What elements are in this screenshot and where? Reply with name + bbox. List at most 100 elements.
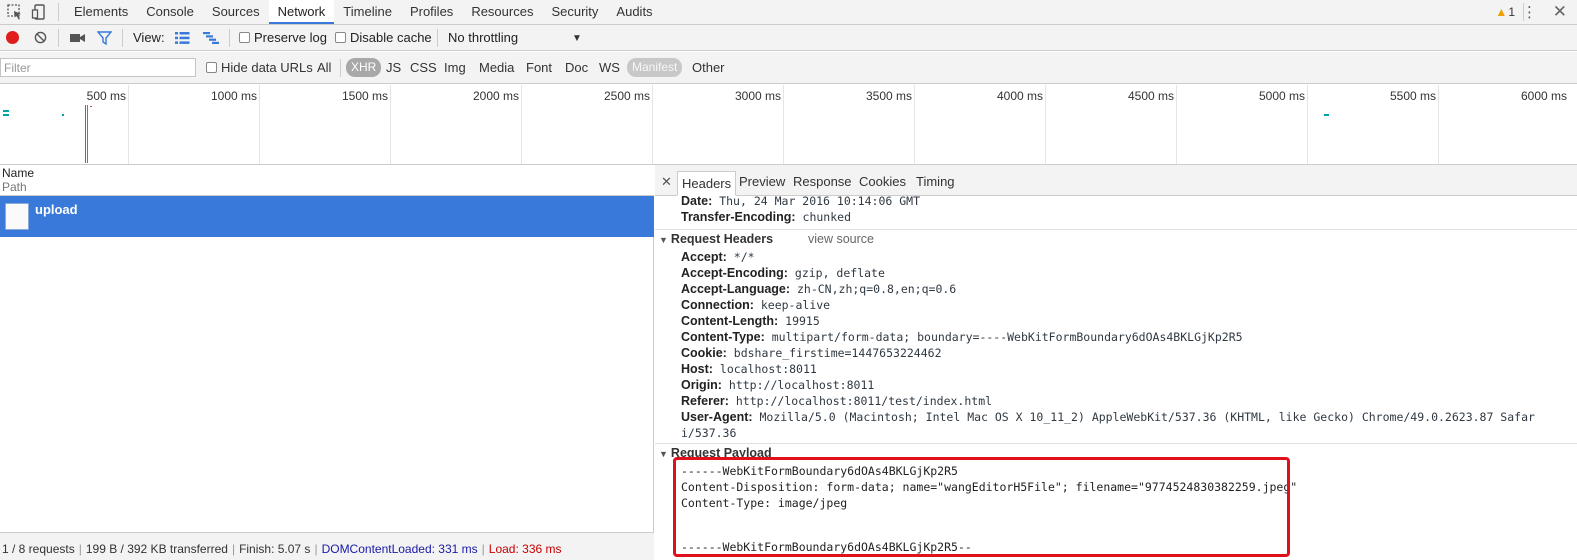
timeline-gridline: [1438, 85, 1439, 164]
triangle-down-icon: ▼: [659, 235, 668, 245]
timeline-tick-label: 2000 ms: [472, 89, 519, 103]
tab-network[interactable]: Network: [268, 0, 335, 24]
table-row[interactable]: upload: [0, 196, 654, 237]
filter-type-all[interactable]: All: [317, 60, 331, 75]
toolbar-divider: [122, 29, 123, 47]
load-event-marker: [87, 105, 88, 163]
tab-preview[interactable]: Preview: [739, 174, 785, 189]
close-details-icon[interactable]: ✕: [661, 174, 672, 190]
tab-elements[interactable]: Elements: [65, 0, 137, 24]
header-key: Origin:: [681, 378, 722, 392]
timeline-tick-label: 3500 ms: [865, 89, 912, 103]
filter-type-css[interactable]: CSS: [410, 60, 437, 75]
preserve-log-checkbox[interactable]: Preserve log: [239, 30, 327, 45]
inspect-element-icon[interactable]: [6, 3, 24, 21]
filter-type-js[interactable]: JS: [386, 60, 401, 75]
tab-timeline[interactable]: Timeline: [334, 0, 401, 24]
tab-sources[interactable]: Sources: [203, 0, 269, 24]
request-header-line: Connection: keep-alive: [681, 298, 830, 312]
document-icon: [5, 203, 29, 230]
filter-type-ws[interactable]: WS: [599, 60, 620, 75]
name-column-header[interactable]: Name Path: [0, 165, 654, 196]
timeline-tick-label: 500 ms: [86, 89, 126, 103]
header-value: http://localhost:8011: [728, 378, 875, 392]
disable-cache-checkbox[interactable]: Disable cache: [335, 30, 432, 45]
device-mode-icon[interactable]: [31, 3, 49, 21]
header-key: User-Agent:: [681, 410, 753, 424]
header-key: Cookie:: [681, 346, 727, 360]
tab-resources[interactable]: Resources: [462, 0, 542, 24]
timeline-tick-label: 1000 ms: [210, 89, 257, 103]
network-summary-bar: 1 / 8 requests | 199 B / 392 KB transferre…: [0, 532, 654, 560]
timeline-tick-label: 5000 ms: [1258, 89, 1305, 103]
view-source-link[interactable]: view source: [808, 232, 874, 246]
request-headers-title: Request Headers: [670, 232, 774, 246]
toolbar-divider: [58, 3, 59, 21]
filter-type-xhr[interactable]: XHR: [346, 58, 382, 77]
checkbox-icon: [239, 32, 250, 43]
record-icon[interactable]: [6, 31, 19, 44]
request-header-line: Accept-Encoding: gzip, deflate: [681, 266, 885, 280]
large-request-rows-icon[interactable]: [175, 32, 190, 44]
tab-cookies[interactable]: Cookies: [859, 174, 906, 189]
request-details: ✕ Headers Preview Response Cookies Timin…: [655, 165, 1577, 560]
timeline-tick-label: 6000 ms: [1520, 89, 1567, 103]
filter-icon[interactable]: [97, 31, 112, 45]
request-header-line: Content-Type: multipart/form-data; bound…: [681, 330, 1243, 344]
request-bar: [3, 114, 9, 116]
request-header-line: Accept-Language: zh-CN,zh;q=0.8,en;q=0.6: [681, 282, 956, 296]
disable-cache-label: Disable cache: [350, 30, 432, 45]
header-value: */*: [733, 250, 755, 264]
header-key: Date:: [681, 194, 713, 208]
close-devtools-icon[interactable]: ✕: [1553, 2, 1567, 22]
filter-type-manifest[interactable]: Manifest: [627, 58, 683, 77]
filter-type-font[interactable]: Font: [526, 60, 552, 75]
toolbar-divider: [437, 29, 438, 47]
timeline-overview[interactable]: 500 ms 1000 ms 1500 ms 2000 ms 2500 ms 3…: [0, 85, 1577, 165]
tab-console[interactable]: Console: [137, 0, 203, 24]
filter-type-other[interactable]: Other: [692, 60, 725, 75]
name-header-label: Name: [2, 166, 35, 180]
clear-icon[interactable]: [34, 31, 47, 44]
filter-type-doc[interactable]: Doc: [565, 60, 588, 75]
timeline-gridline: [1045, 85, 1046, 164]
timeline-tick-label: 1500 ms: [341, 89, 388, 103]
timeline-gridline: [521, 85, 522, 164]
header-value: zh-CN,zh;q=0.8,en;q=0.6: [796, 282, 957, 296]
header-value: chunked: [802, 210, 851, 224]
request-count: 1 / 8 requests: [2, 542, 75, 556]
response-header-line: Date: Thu, 24 Mar 2016 10:14:06 GMT: [681, 194, 920, 208]
tab-headers[interactable]: Headers: [677, 171, 737, 196]
header-key: Transfer-Encoding:: [681, 210, 796, 224]
request-header-line: Cookie: bdshare_firstime=1447653224462: [681, 346, 942, 360]
panel-tabs: Elements Console Sources Network Timelin…: [65, 0, 662, 24]
tab-response[interactable]: Response: [793, 174, 852, 189]
header-value: 19915: [785, 314, 820, 328]
tab-timing[interactable]: Timing: [916, 174, 955, 189]
more-options-icon[interactable]: ⋮: [1522, 3, 1537, 21]
capture-screenshots-icon[interactable]: [70, 32, 86, 44]
timeline-gridline: [783, 85, 784, 164]
request-headers-section-toggle[interactable]: ▼ Request Headers view source: [659, 232, 874, 246]
tab-security[interactable]: Security: [542, 0, 607, 24]
header-value: multipart/form-data; boundary=----WebKit…: [771, 330, 1243, 344]
filter-input[interactable]: [0, 58, 196, 77]
filter-type-media[interactable]: Media: [479, 60, 514, 75]
chevron-down-icon[interactable]: ▼: [572, 33, 582, 44]
toolbar-divider: [340, 59, 341, 77]
throttling-select[interactable]: No throttling: [448, 30, 518, 45]
filter-type-img[interactable]: Img: [444, 60, 466, 75]
tab-audits[interactable]: Audits: [607, 0, 661, 24]
header-value: keep-alive: [760, 298, 831, 312]
hide-data-urls-checkbox[interactable]: Hide data URLs: [206, 60, 313, 75]
header-key: Content-Length:: [681, 314, 779, 328]
timeline-tick-label: 4500 ms: [1127, 89, 1174, 103]
devtools-tab-bar: Elements Console Sources Network Timelin…: [0, 0, 1577, 25]
checkbox-icon: [206, 62, 217, 73]
tab-profiles[interactable]: Profiles: [401, 0, 462, 24]
overview-waterfall-icon[interactable]: [203, 32, 219, 44]
header-value: gzip, deflate: [794, 266, 885, 280]
warning-counter[interactable]: ▲1: [1495, 5, 1515, 19]
timeline-tick-label: 3000 ms: [734, 89, 781, 103]
filter-bar: Hide data URLs All XHR JS CSS Img Media …: [0, 52, 1577, 84]
